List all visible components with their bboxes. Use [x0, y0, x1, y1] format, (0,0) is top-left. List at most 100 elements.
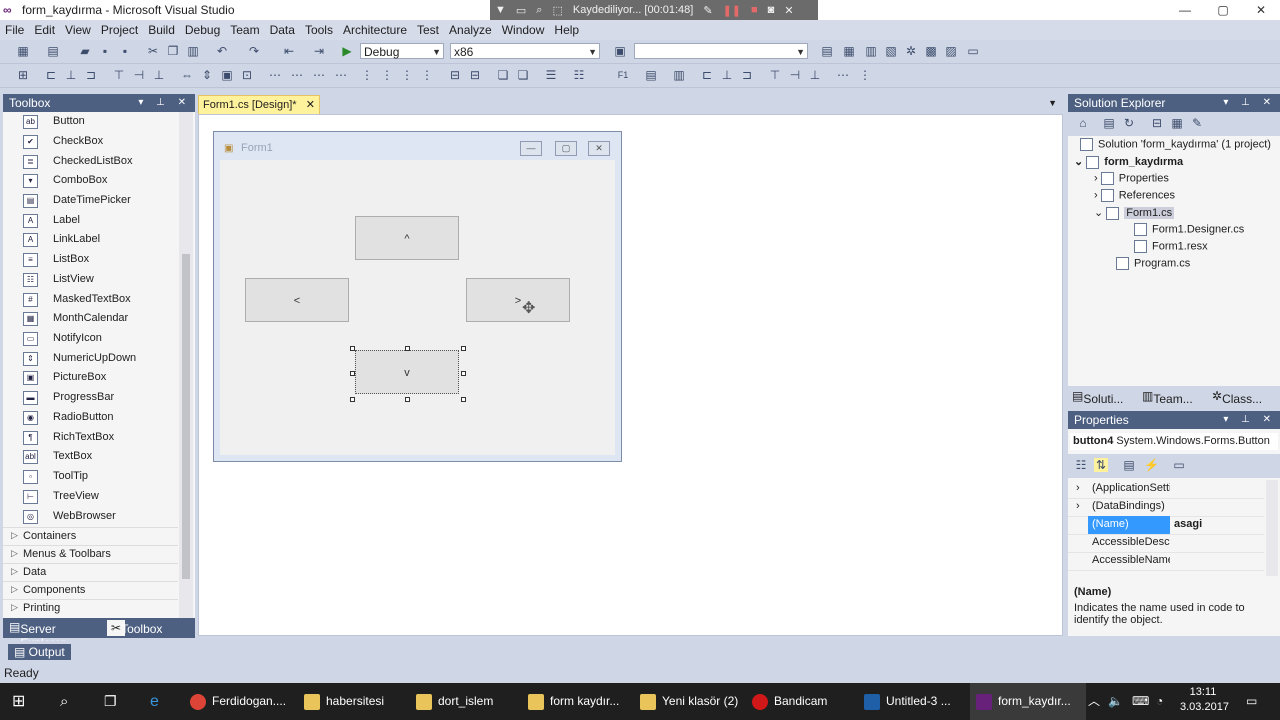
chevron-up-icon[interactable]: ︿ [1088, 683, 1100, 720]
taskbar-item-chrome[interactable]: Ferdidogan.... [190, 683, 286, 720]
collapse-icon[interactable]: ⊟ [1150, 116, 1164, 130]
size-to-grid-icon[interactable]: ⊡ [240, 68, 254, 82]
toolbox-item-numericupdown[interactable]: ⇕ NumericUpDown [3, 349, 178, 368]
tree-item-form1-designer[interactable]: Form1.Designer.cs [1134, 223, 1244, 236]
tree-item-project[interactable]: ⌄ form_kaydırma [1074, 155, 1183, 169]
toolbox-tab[interactable]: ✂ Toolbox [107, 620, 162, 636]
configuration-select[interactable]: Debug ▼ [360, 43, 444, 59]
cut-icon[interactable]: ✂ [146, 44, 160, 58]
remove-spacing-icon[interactable]: ⋯ [334, 68, 348, 82]
find-combo[interactable]: ▼ [634, 43, 808, 59]
align-lefts-icon[interactable]: ⊏ [44, 68, 58, 82]
taskbar-item-habersitesi[interactable]: habersitesi [304, 683, 384, 720]
spacing-extra-icon[interactable]: ⋯ [836, 68, 850, 82]
notifications-icon[interactable]: ▭ [1246, 683, 1257, 720]
taskbar-item-dort-islem[interactable]: dort_islem [416, 683, 493, 720]
resize-handle[interactable] [350, 397, 355, 402]
resize-handle[interactable] [461, 346, 466, 351]
toolbox-item-webbrowser[interactable]: ◎ WebBrowser [3, 507, 178, 526]
toolbox-item-linklabel[interactable]: A LinkLabel [3, 230, 178, 249]
tree-item-form1[interactable]: ⌄ Form1.cs [1094, 206, 1175, 220]
menu-tools[interactable]: Tools [300, 20, 338, 40]
toolbox-category-components[interactable]: ▷ Components [3, 581, 178, 599]
center-horizontally-icon[interactable]: ⊟ [448, 68, 462, 82]
align-bottoms-icon[interactable]: ⊥ [152, 68, 166, 82]
increase-vspacing-icon[interactable]: ⋮ [380, 68, 394, 82]
undo-icon[interactable]: ↶ [215, 44, 229, 58]
taskbar-item-photoshop[interactable]: Untitled-3 ... [864, 683, 951, 720]
toolbox-item-combobox[interactable]: ▾ ComboBox [3, 171, 178, 190]
toolbox-item-button[interactable]: ab Button [3, 112, 178, 131]
toolbox-icon[interactable]: ▧ [884, 44, 898, 58]
tools-icon[interactable]: ✲ [904, 44, 918, 58]
windows-start-icon[interactable]: ⊞ [12, 683, 25, 720]
navigate-forward-icon[interactable]: ⇥ [312, 44, 326, 58]
property-pages-icon[interactable]: ▭ [1172, 458, 1186, 472]
window-icon[interactable]: ▭ [516, 4, 526, 17]
send-to-back-icon[interactable]: ❏ [516, 68, 530, 82]
panel-controls-icon[interactable]: ▾ ⊥ ✕ [1223, 94, 1276, 112]
format-icon[interactable]: ☷ [572, 68, 586, 82]
copy-icon[interactable]: ❐ [166, 44, 180, 58]
menu-analyze[interactable]: Analyze [444, 20, 497, 40]
same-width-icon[interactable]: ⇔ [180, 68, 194, 82]
same-size-icon[interactable]: ▣ [220, 68, 234, 82]
add-item-icon[interactable]: ▤ [46, 44, 60, 58]
toolbox-scroll-thumb[interactable] [182, 254, 190, 579]
decrease-vspacing-icon[interactable]: ⋮ [400, 68, 414, 82]
toolbox-item-checkedlistbox[interactable]: ≣ CheckedListBox [3, 152, 178, 171]
edge-icon[interactable]: e [150, 683, 159, 720]
menu-test[interactable]: Test [412, 20, 444, 40]
object-browser-icon[interactable]: ▥ [864, 44, 878, 58]
keyboard-icon[interactable]: ⌨ [1132, 683, 1149, 720]
bring-to-front-icon[interactable]: ❏ [496, 68, 510, 82]
horizontal-spacing-icon[interactable]: ⋯ [268, 68, 282, 82]
dropdown-icon[interactable]: ▼ [495, 4, 506, 16]
wrench-icon[interactable]: ✎ [1190, 116, 1204, 130]
property-row[interactable]: AccessibleDescription [1068, 534, 1264, 553]
menu-build[interactable]: Build [143, 20, 180, 40]
menu-project[interactable]: Project [96, 20, 143, 40]
clock[interactable]: 13:11 3.03.2017 [1180, 685, 1229, 715]
open-icon[interactable]: ▰ [78, 44, 92, 58]
tree-item-properties[interactable]: › Properties [1094, 172, 1169, 185]
resize-handle[interactable] [405, 397, 410, 402]
tab-form1-design[interactable]: Form1.cs [Design]* ✕ [198, 95, 320, 114]
search-icon[interactable]: ⌕ [536, 4, 542, 17]
task-view-icon[interactable]: ❐ [104, 683, 117, 720]
toolbox-item-datetimepicker[interactable]: ▤ DateTimePicker [3, 191, 178, 210]
search-icon[interactable]: ⌕ [60, 683, 68, 720]
solution-explorer-icon[interactable]: ▤ [820, 44, 834, 58]
center-vertically-icon[interactable]: ⊟ [468, 68, 482, 82]
up-button[interactable]: ^ [355, 216, 459, 260]
server-explorer-tab[interactable]: ▤ Server Explorer [9, 620, 65, 650]
increase-spacing-icon[interactable]: ⋯ [290, 68, 304, 82]
start-page-icon[interactable]: ▩ [924, 44, 938, 58]
taskbar-item-visual-studio[interactable]: form_kaydır... [970, 683, 1086, 720]
toolbox-item-tooltip[interactable]: ▫ ToolTip [3, 467, 178, 486]
menu-architecture[interactable]: Architecture [338, 20, 412, 40]
show-all-icon[interactable]: ▦ [1170, 116, 1184, 130]
bookmark-icon[interactable]: ⊐ [740, 68, 754, 82]
panel-controls-icon[interactable]: ▾ ⊥ ✕ [138, 94, 191, 112]
vertical-spacing-icon[interactable]: ⋮ [360, 68, 374, 82]
platform-select[interactable]: x86 ▼ [450, 43, 600, 59]
new-project-icon[interactable]: ▦ [16, 44, 30, 58]
form-designer[interactable]: ▣ Form1 — ▢ ✕ ^ < > v ✥ [213, 131, 622, 462]
save-icon[interactable]: ▪ [98, 44, 112, 58]
taskbar-item-form-kaydir-folder[interactable]: form kaydır... [528, 683, 619, 720]
menu-debug[interactable]: Debug [180, 20, 225, 40]
menu-data[interactable]: Data [265, 20, 300, 40]
comment-icon[interactable]: ▤ [644, 68, 658, 82]
property-row[interactable]: AccessibleName [1068, 552, 1264, 571]
same-height-icon[interactable]: ⇕ [200, 68, 214, 82]
toolbox-category-containers[interactable]: ▷ Containers [3, 527, 178, 545]
pause-icon[interactable]: ❚❚ [723, 4, 741, 17]
refresh-icon[interactable]: ↻ [1122, 116, 1136, 130]
uncomment-icon[interactable]: ▥ [672, 68, 686, 82]
tab-order-icon[interactable]: ☰ [544, 68, 558, 82]
property-row[interactable]: › (DataBindings) [1068, 498, 1264, 517]
categorized-icon[interactable]: ☷ [1074, 458, 1088, 472]
window-layout-icon[interactable]: ▭ [966, 44, 980, 58]
properties-icon[interactable]: ▦ [842, 44, 856, 58]
